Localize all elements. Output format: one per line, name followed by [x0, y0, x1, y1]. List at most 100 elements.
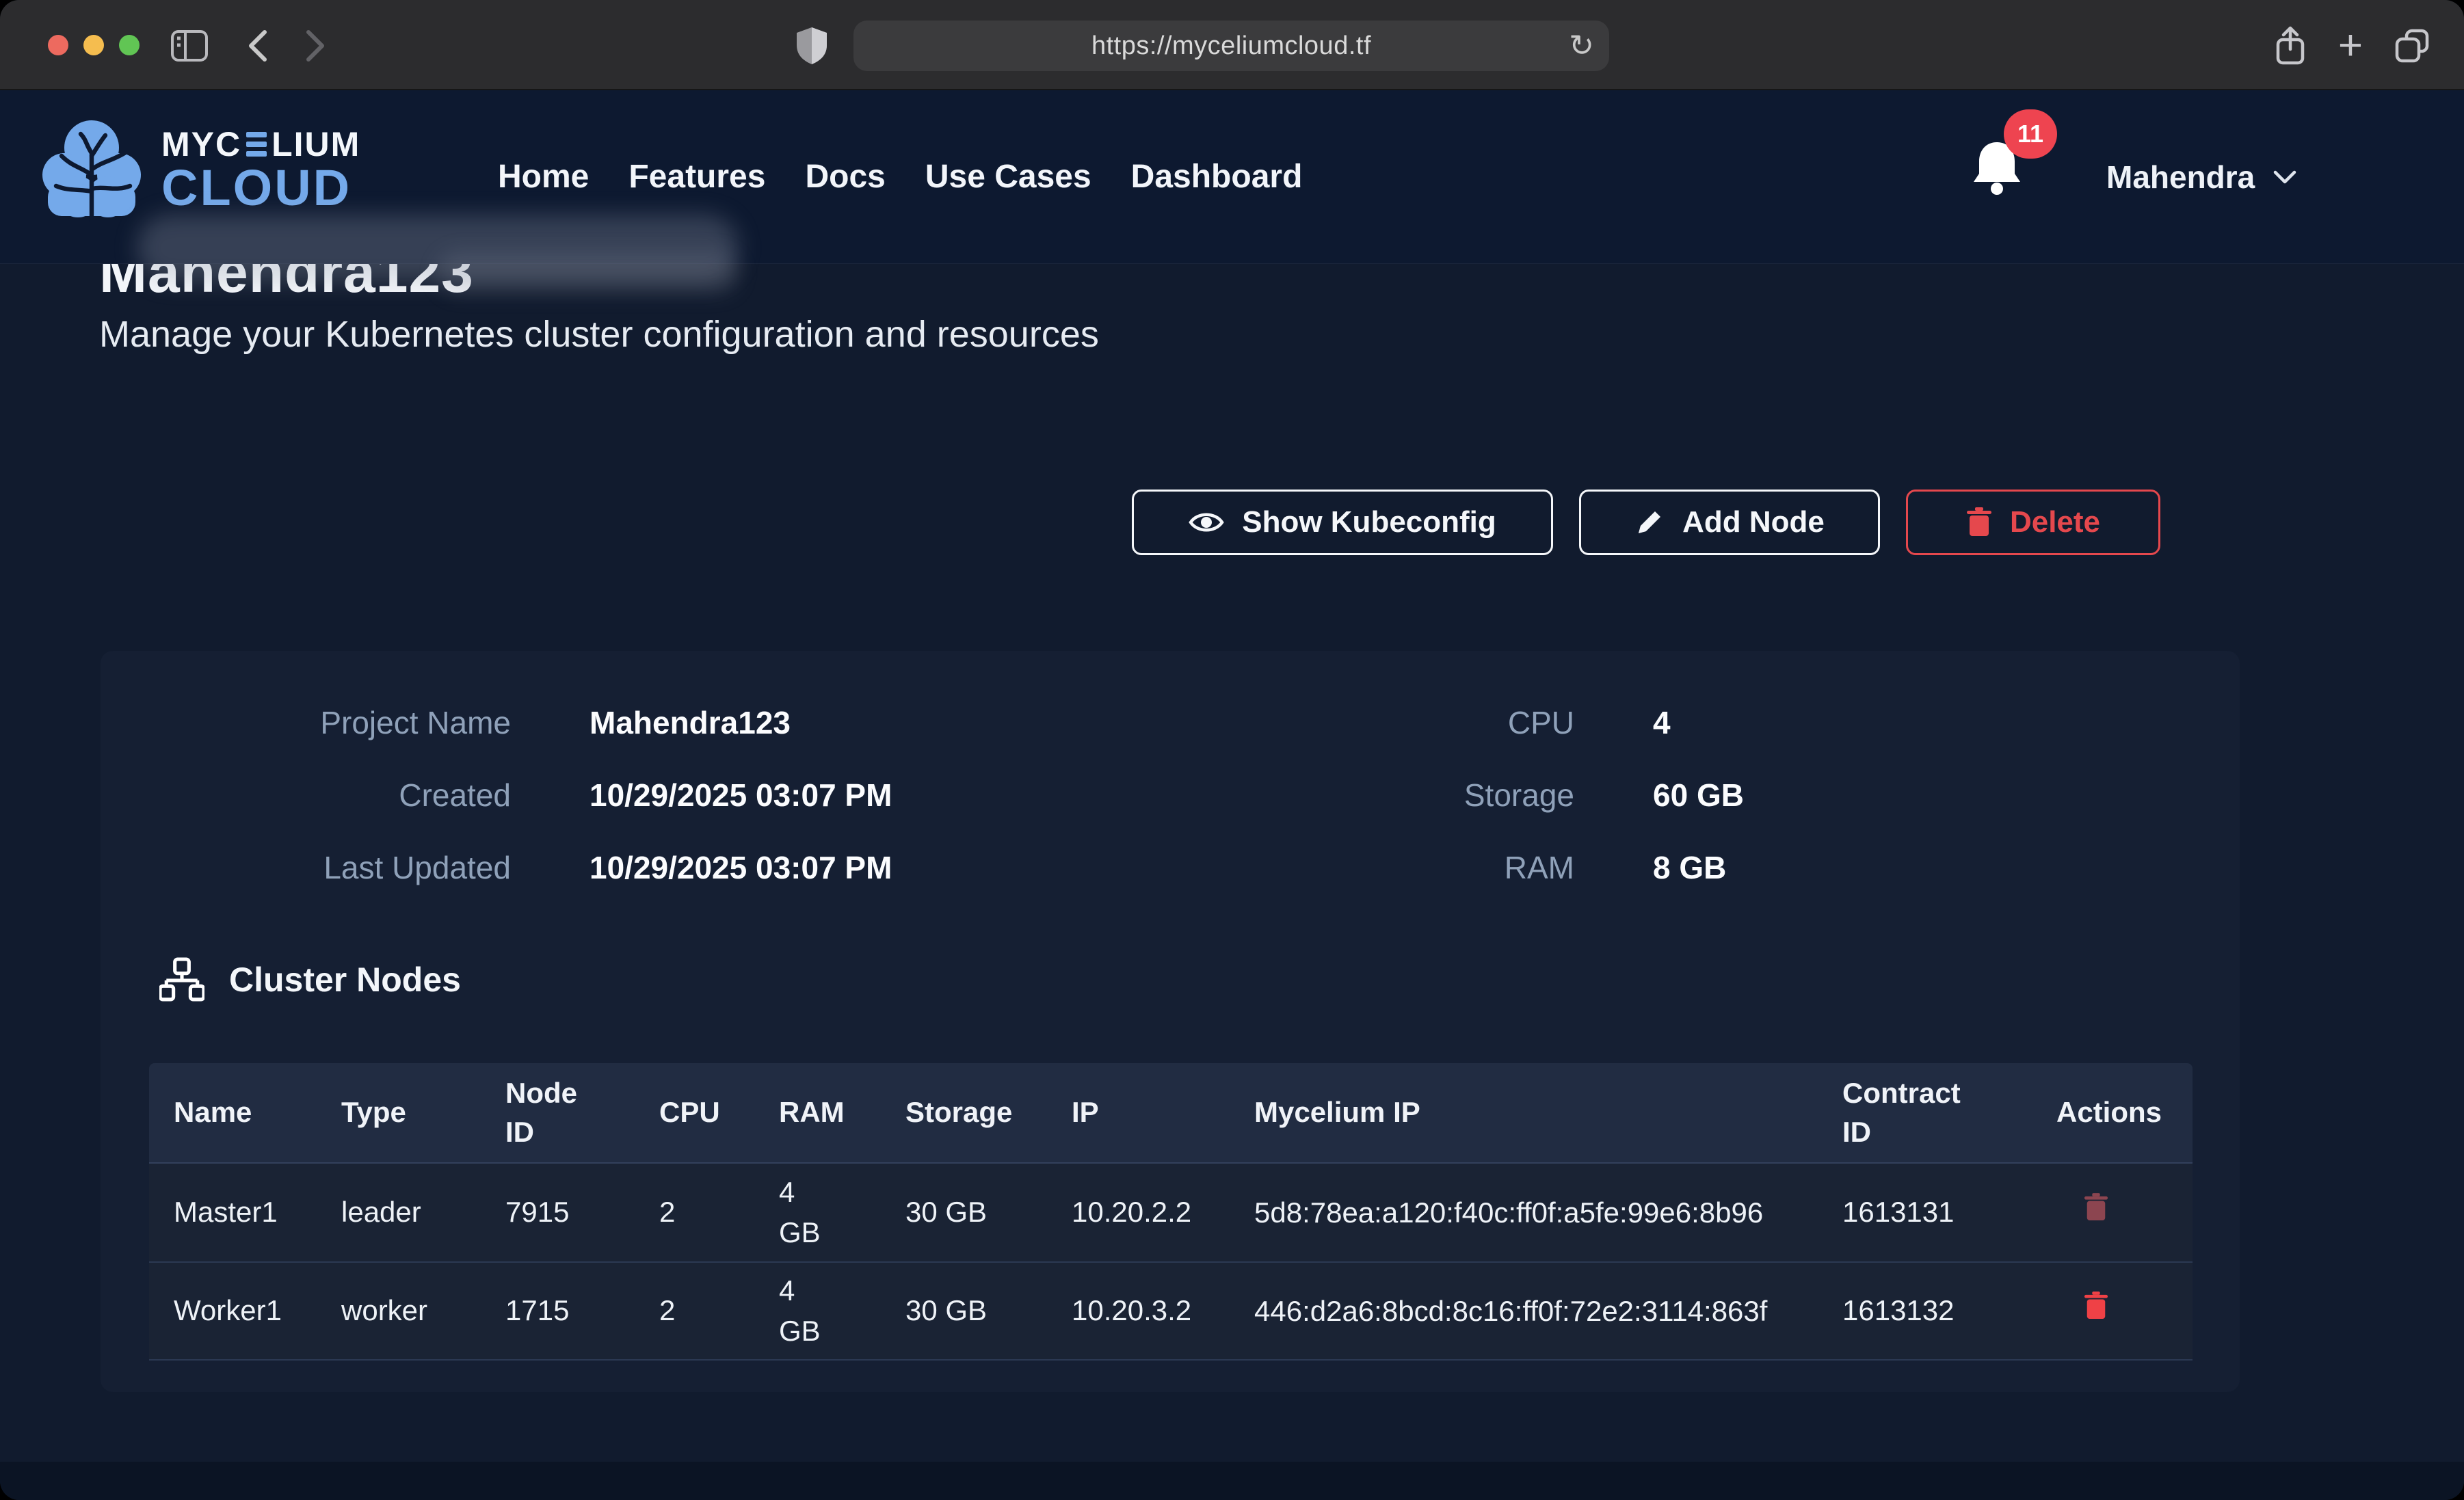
cluster-details-card: Project Name Mahendra123 Created 10/29/2… — [101, 651, 2240, 1392]
cpu-value: 4 — [1653, 704, 1744, 741]
add-node-button[interactable]: Add Node — [1579, 490, 1880, 555]
cell-contract-id: 1613131 — [1818, 1192, 2032, 1233]
nav-link-features[interactable]: Features — [628, 158, 765, 196]
details-right-column: CPU 4 Storage 60 GB RAM 8 GB — [1273, 704, 1744, 886]
cell-actions — [2032, 1291, 2188, 1331]
col-header-name: Name — [149, 1093, 317, 1132]
col-header-mycelium-ip: Mycelium IP — [1230, 1093, 1818, 1132]
zoom-window-button[interactable] — [119, 35, 140, 55]
plus-icon: + — [2338, 25, 2363, 67]
show-kubeconfig-label: Show Kubeconfig — [1242, 505, 1496, 539]
delete-cluster-button[interactable]: Delete — [1906, 490, 2160, 555]
nav-link-docs[interactable]: Docs — [805, 158, 885, 196]
storage-value: 60 GB — [1653, 777, 1744, 814]
brand-logo[interactable]: MYC LIUM CLOUD — [40, 112, 360, 228]
delete-label: Delete — [2010, 505, 2100, 539]
close-window-button[interactable] — [48, 35, 68, 55]
site-header: MYC LIUM CLOUD Home Features Docs Use Cas… — [0, 90, 2464, 264]
reload-button[interactable]: ↻ — [1569, 29, 1594, 64]
cluster-nodes-section-head: Cluster Nodes — [159, 957, 461, 1002]
mycelium-tree-icon — [40, 112, 144, 228]
nav-link-use-cases[interactable]: Use Cases — [925, 158, 1091, 196]
cpu-label: CPU — [1273, 704, 1574, 741]
brand-myc: MYC — [161, 127, 241, 161]
table-row-master1: Master1 leader 7915 2 4 GB 30 GB 10.20.2… — [149, 1162, 2193, 1261]
col-header-storage: Storage — [881, 1093, 1047, 1132]
cluster-nodes-table: Name Type Node ID CPU RAM Storage IP Myc… — [149, 1063, 2193, 1361]
trash-icon — [1966, 507, 1992, 537]
cell-actions — [2032, 1192, 2188, 1233]
privacy-shield-icon[interactable] — [792, 26, 832, 66]
address-bar-url[interactable]: https://myceliumcloud.tf — [1091, 31, 1371, 61]
ram-label: RAM — [1273, 849, 1574, 886]
sidebar-toggle-button[interactable] — [170, 26, 209, 66]
cell-ip: 10.20.2.2 — [1047, 1192, 1230, 1233]
share-button[interactable] — [2270, 26, 2310, 66]
browser-toolbar: https://myceliumcloud.tf ↻ + — [0, 0, 2464, 90]
col-header-node-id: Node ID — [481, 1074, 635, 1151]
cell-contract-id: 1613132 — [1818, 1291, 2032, 1331]
cell-node-id: 7915 — [481, 1192, 635, 1233]
cell-node-id: 1715 — [481, 1291, 635, 1331]
project-name-label: Project Name — [131, 704, 511, 741]
cluster-nodes-title: Cluster Nodes — [229, 960, 461, 1000]
forward-button[interactable] — [295, 26, 335, 66]
cell-ram: 4 GB — [754, 1271, 881, 1352]
cell-mycelium-ip: 446:d2a6:8bcd:8c16:ff0f:72e2:3114:863f — [1230, 1289, 1818, 1332]
cell-name: Worker1 — [149, 1291, 317, 1331]
storage-label: Storage — [1273, 777, 1574, 814]
table-header-row: Name Type Node ID CPU RAM Storage IP Myc… — [149, 1063, 2193, 1162]
cell-name: Master1 — [149, 1192, 317, 1233]
traffic-lights — [48, 35, 140, 55]
brand-bottom-line: CLOUD — [161, 163, 360, 213]
cluster-action-buttons: Show Kubeconfig Add Node Delete — [1132, 490, 2160, 555]
brand-lium: LIUM — [271, 127, 360, 161]
created-label: Created — [131, 777, 511, 814]
brand-top-line: MYC LIUM — [161, 127, 360, 161]
tab-overview-button[interactable] — [2392, 26, 2432, 66]
user-name: Mahendra — [2106, 159, 2255, 196]
cell-storage: 30 GB — [881, 1291, 1047, 1331]
cell-ip: 10.20.3.2 — [1047, 1291, 1230, 1331]
cell-cpu: 2 — [635, 1291, 754, 1331]
cell-type: worker — [317, 1291, 481, 1331]
cell-storage: 30 GB — [881, 1192, 1047, 1233]
cell-mycelium-ip: 5d8:78ea:a120:f40c:ff0f:a5fe:99e6:8b96 — [1230, 1191, 1818, 1234]
trash-icon — [2084, 1193, 2108, 1222]
col-header-cpu: CPU — [635, 1093, 754, 1132]
col-header-ram: RAM — [754, 1093, 881, 1132]
created-value: 10/29/2025 03:07 PM — [589, 777, 892, 814]
browser-window: https://myceliumcloud.tf ↻ + — [0, 0, 2464, 1500]
show-kubeconfig-button[interactable]: Show Kubeconfig — [1132, 490, 1553, 555]
new-tab-button[interactable]: + — [2331, 26, 2370, 66]
main-nav: Home Features Docs Use Cases Dashboard — [498, 90, 1302, 263]
add-node-label: Add Node — [1682, 505, 1825, 539]
col-header-type: Type — [317, 1093, 481, 1132]
nav-link-dashboard[interactable]: Dashboard — [1131, 158, 1303, 196]
col-header-ip: IP — [1047, 1093, 1230, 1132]
delete-node-button[interactable] — [2084, 1193, 2108, 1222]
trash-icon — [2084, 1291, 2108, 1320]
nav-link-home[interactable]: Home — [498, 158, 589, 196]
last-updated-value: 10/29/2025 03:07 PM — [589, 849, 892, 886]
table-row-worker1: Worker1 worker 1715 2 4 GB 30 GB 10.20.3… — [149, 1261, 2193, 1361]
col-header-contract-id: Contract ID — [1818, 1074, 2032, 1151]
last-updated-label: Last Updated — [131, 849, 511, 886]
eye-icon — [1189, 509, 1224, 535]
minimize-window-button[interactable] — [83, 35, 104, 55]
delete-node-button[interactable] — [2084, 1291, 2108, 1320]
network-nodes-icon — [159, 957, 204, 1002]
details-left-column: Project Name Mahendra123 Created 10/29/2… — [131, 704, 892, 886]
chevron-down-icon — [2273, 169, 2297, 185]
pencil-icon — [1634, 507, 1665, 537]
brand-wordmark: MYC LIUM CLOUD — [161, 127, 360, 213]
ram-value: 8 GB — [1653, 849, 1744, 886]
notifications-button[interactable]: 11 — [1971, 138, 2053, 227]
user-menu[interactable]: Mahendra — [2106, 90, 2297, 263]
address-bar[interactable]: https://myceliumcloud.tf ↻ — [853, 21, 1609, 71]
col-header-actions: Actions — [2032, 1093, 2188, 1132]
notification-badge: 11 — [2004, 109, 2057, 159]
brand-e-bars-icon — [246, 132, 267, 157]
cell-ram: 4 GB — [754, 1173, 881, 1253]
back-button[interactable] — [238, 26, 278, 66]
